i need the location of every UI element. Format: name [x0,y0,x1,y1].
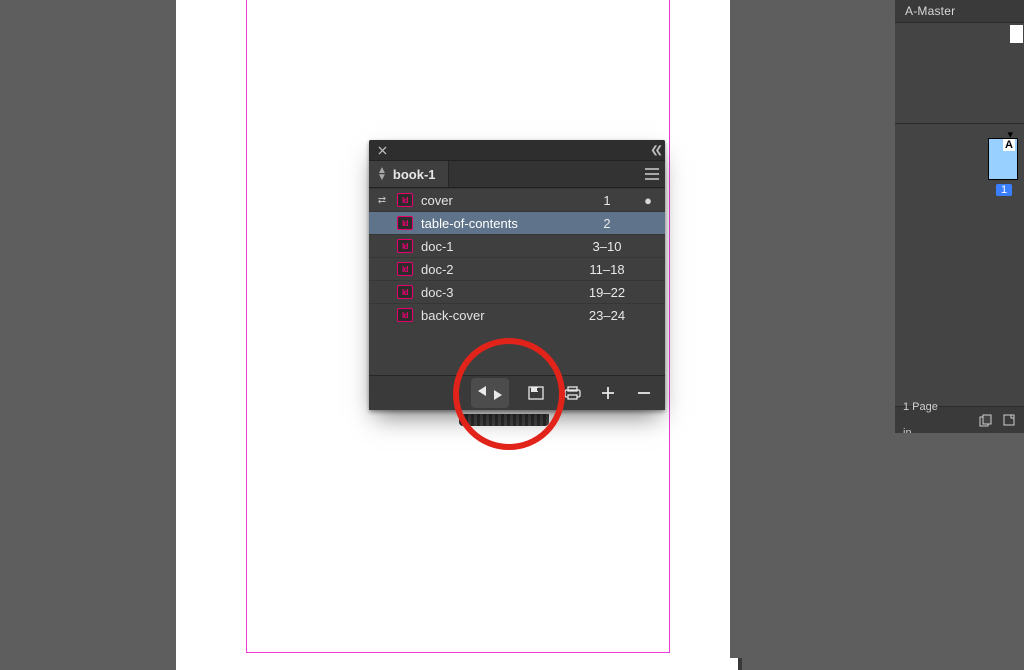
document-name: cover [421,193,571,208]
book-title: book-1 [393,167,436,182]
book-row[interactable]: Id doc-1 3–10 [369,234,665,257]
pages-panel[interactable]: A-Master ▾ A 1 1 Page in... [895,0,1024,658]
document-name: table-of-contents [421,216,571,231]
close-icon[interactable] [375,143,389,157]
master-page-thumb[interactable] [1010,25,1023,43]
book-row[interactable]: Id table-of-contents 2 [369,211,665,234]
sort-arrows-icon: ▲▼ [377,167,387,181]
panel-bottom-shadow [459,414,549,426]
panel-menu-icon[interactable] [639,161,665,187]
book-panel-tabrow: ▲▼ book-1 [369,161,665,188]
book-tab[interactable]: ▲▼ book-1 [369,161,449,187]
indesign-doc-icon: Id [397,262,413,276]
book-row[interactable]: Id back-cover 23–24 [369,303,665,326]
print-book-icon[interactable] [561,382,583,404]
book-panel-titlebar[interactable]: ❮❮ [369,140,665,161]
document-name: doc-3 [421,285,571,300]
edit-page-size-icon[interactable] [978,413,992,427]
book-row[interactable]: Id doc-2 11–18 [369,257,665,280]
synchronize-button[interactable] [471,378,509,408]
document-open-indicator-icon: ● [643,193,653,208]
new-page-icon[interactable] [1002,413,1016,427]
indesign-doc-icon: Id [397,216,413,230]
add-document-icon[interactable] [597,382,619,404]
book-document-list[interactable]: ⇄Idcover1●Idtable-of-contents2Iddoc-13–1… [369,188,665,326]
master-pages-area[interactable] [895,23,1024,124]
collapse-icon[interactable]: ❮❮ [650,145,659,156]
indesign-doc-icon: Id [397,193,413,207]
book-row[interactable]: Id doc-3 19–22 [369,280,665,303]
pages-panel-footer: 1 Page in... [895,406,1024,433]
save-book-icon[interactable] [525,382,547,404]
indesign-doc-icon: Id [397,308,413,322]
page-thumbnail[interactable]: A [988,138,1018,180]
pasteboard-right [730,0,895,658]
page-range: 19–22 [579,285,635,300]
master-letter-badge: A [1003,139,1015,151]
indesign-doc-icon: Id [397,239,413,253]
remove-document-icon[interactable] [633,382,655,404]
page-range: 23–24 [579,308,635,323]
document-name: back-cover [421,308,571,323]
book-panel[interactable]: ❮❮ ▲▼ book-1 ⇄Idcover1●Idtable-of-conten… [369,140,665,410]
document-name: doc-1 [421,239,571,254]
page-range: 1 [579,193,635,208]
page-range: 3–10 [579,239,635,254]
panel-dock-empty [895,433,1024,658]
indesign-doc-icon: Id [397,285,413,299]
book-row[interactable]: ⇄ Idcover 1 ● [369,188,665,211]
page-range: 11–18 [579,262,635,277]
pages-panel-master-label[interactable]: A-Master [895,0,1024,23]
document-pages-area[interactable]: ▾ A 1 [895,124,1024,424]
document-name: doc-2 [421,262,571,277]
style-source-indicator-icon[interactable]: ⇄ [375,195,389,206]
book-panel-toolbar [369,375,665,410]
page-range: 2 [579,216,635,231]
page-number-badge[interactable]: 1 [996,184,1012,196]
